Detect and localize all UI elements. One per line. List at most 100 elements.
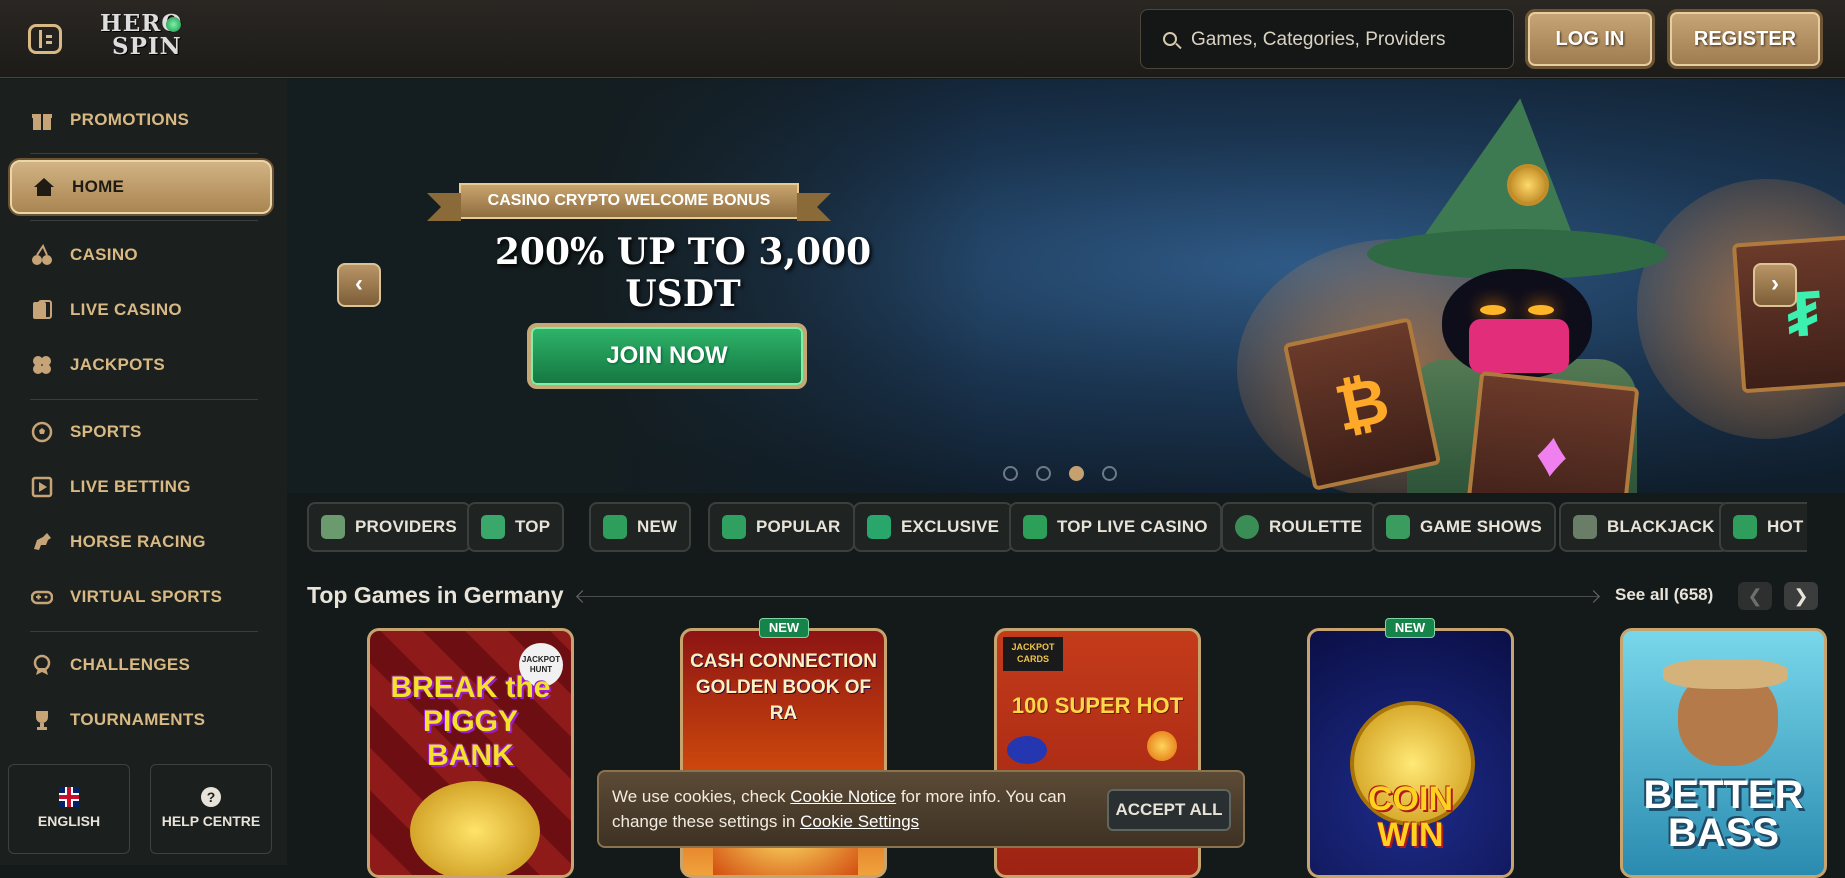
new-badge: NEW <box>1385 618 1435 638</box>
search-input[interactable] <box>1191 26 1501 54</box>
cards-icon <box>1573 515 1597 539</box>
crown-icon <box>481 515 505 539</box>
cookie-notice-link[interactable]: Cookie Notice <box>790 787 896 806</box>
hero-banner[interactable]: ₿ ♦ ₮ CASINO CRYPTO WELCOME BONUS 200% U… <box>287 79 1845 493</box>
carousel-prev-button[interactable]: ‹ <box>337 263 381 307</box>
category-label: TOP LIVE CASINO <box>1057 517 1208 536</box>
language-selector[interactable]: ENGLISH <box>8 764 130 854</box>
hero-spin-logo[interactable]: HERO SPIN <box>100 12 190 66</box>
carousel-dot[interactable] <box>1036 466 1051 481</box>
game-title: COIN WIN <box>1368 780 1453 854</box>
category-label: TOP <box>515 517 551 536</box>
category-label: NEW <box>637 517 678 536</box>
microphone-icon <box>1386 515 1410 539</box>
help-centre-button[interactable]: ? HELP CENTRE <box>150 764 272 854</box>
category-game-shows[interactable]: GAME SHOWS <box>1372 502 1556 552</box>
medal-icon <box>30 653 54 677</box>
sidebar-item-live-casino[interactable]: LIVE CASINO <box>10 283 272 337</box>
sidebar-divider <box>30 220 258 221</box>
fisherman-hat-icon <box>1663 659 1788 689</box>
gift-icon <box>30 108 54 132</box>
star-icon <box>1023 515 1047 539</box>
game-card[interactable]: BETTER BASS <box>1620 628 1827 878</box>
category-roulette[interactable]: ROULETTE <box>1221 502 1377 552</box>
plum-fruit-icon <box>1007 736 1047 764</box>
sidebar-item-label: CASINO <box>70 245 138 264</box>
sidebar-item-live-betting[interactable]: LIVE BETTING <box>10 460 272 514</box>
search-box[interactable] <box>1140 9 1514 69</box>
trophy-icon <box>30 708 54 732</box>
category-popular[interactable]: POPULAR <box>708 502 855 552</box>
cookie-settings-link[interactable]: Cookie Settings <box>800 812 919 831</box>
carousel-next-button[interactable]: › <box>1753 263 1797 307</box>
accept-all-button[interactable]: ACCEPT ALL <box>1107 789 1231 831</box>
games-next-button[interactable]: ❯ <box>1784 582 1818 610</box>
sidebar: PROMOTIONS HOME CASINO LIVE CASINO JACKP… <box>0 79 287 865</box>
bonus-ribbon: CASINO CRYPTO WELCOME BONUS <box>427 183 831 221</box>
hot-icon <box>1733 515 1757 539</box>
cookie-banner: We use cookies, check Cookie Notice for … <box>597 770 1245 848</box>
section-divider <box>578 596 1598 597</box>
login-button[interactable]: LOG IN <box>1525 9 1655 69</box>
gamepad-icon <box>30 585 54 609</box>
category-label: BLACKJACK <box>1607 517 1715 536</box>
see-all-link[interactable]: See all (658) <box>1615 585 1713 605</box>
tether-book-icon: ₮ <box>1731 234 1845 394</box>
game-card[interactable]: COIN WIN <box>1307 628 1514 878</box>
category-new[interactable]: NEW <box>589 502 692 552</box>
category-label: GAME SHOWS <box>1420 517 1542 536</box>
horse-icon <box>30 530 54 554</box>
sidebar-item-label: HOME <box>72 177 125 196</box>
register-button[interactable]: REGISTER <box>1667 9 1823 69</box>
category-hot[interactable]: HOT <box>1719 502 1807 552</box>
category-top[interactable]: TOP <box>467 502 565 552</box>
sidebar-item-label: LIVE CASINO <box>70 300 182 319</box>
sidebar-item-casino[interactable]: CASINO <box>10 228 272 282</box>
game-title: CASH CONNECTION GOLDEN BOOK OF RA <box>690 651 877 724</box>
cookie-text: We use cookies, check Cookie Notice for … <box>612 784 1082 834</box>
game-title: BETTER BASS <box>1643 773 1804 855</box>
sidebar-item-promotions[interactable]: PROMOTIONS <box>10 93 272 147</box>
game-card[interactable]: JACKPOT HUNT BREAK the PIGGY BANK <box>367 628 574 878</box>
sidebar-toggle-icon[interactable] <box>28 24 62 54</box>
carousel-dot[interactable] <box>1102 466 1117 481</box>
sidebar-item-label: SPORTS <box>70 422 142 441</box>
sidebar-item-tournaments[interactable]: TOURNAMENTS <box>10 693 272 747</box>
category-providers[interactable]: PROVIDERS <box>307 502 471 552</box>
category-label: EXCLUSIVE <box>901 517 1000 536</box>
sidebar-item-sports[interactable]: SPORTS <box>10 405 272 459</box>
hat-gem-icon <box>1507 164 1549 206</box>
wizard-eye <box>1480 305 1506 315</box>
carousel-dot-active[interactable] <box>1069 466 1084 481</box>
sidebar-divider <box>30 153 258 154</box>
games-prev-button[interactable]: ❮ <box>1738 582 1772 610</box>
section-title: Top Games in Germany <box>307 582 564 608</box>
providers-icon <box>321 515 345 539</box>
sidebar-divider <box>30 399 258 400</box>
ethereum-symbol: ♦ <box>1531 416 1573 492</box>
ethereum-book-icon: ♦ <box>1464 371 1640 493</box>
sidebar-item-jackpots[interactable]: JACKPOTS <box>10 338 272 392</box>
sidebar-item-virtual-sports[interactable]: VIRTUAL SPORTS <box>10 570 272 624</box>
category-exclusive[interactable]: EXCLUSIVE <box>853 502 1014 552</box>
category-blackjack[interactable]: BLACKJACK <box>1559 502 1729 552</box>
sidebar-item-horse-racing[interactable]: HORSE RACING <box>10 515 272 569</box>
sidebar-item-home[interactable]: HOME <box>10 160 272 214</box>
clover-icon <box>30 353 54 377</box>
carousel-dot[interactable] <box>1003 466 1018 481</box>
lightning-icon <box>603 515 627 539</box>
category-label: HOT <box>1767 517 1804 536</box>
live-play-icon <box>30 475 54 499</box>
sidebar-item-label: TOURNAMENTS <box>70 710 206 729</box>
logo-gem-icon <box>166 17 181 32</box>
category-bar: PROVIDERS TOP NEW POPULAR EXCLUSIVE TOP … <box>307 502 1807 554</box>
soccer-ball-icon <box>30 420 54 444</box>
game-title: BREAK the PIGGY BANK <box>390 671 551 772</box>
carousel-dots <box>1003 466 1117 481</box>
sidebar-item-challenges[interactable]: CHALLENGES <box>10 638 272 692</box>
sidebar-item-label: VIRTUAL SPORTS <box>70 587 223 606</box>
sidebar-item-label: CHALLENGES <box>70 655 191 674</box>
category-top-live-casino[interactable]: TOP LIVE CASINO <box>1009 502 1222 552</box>
join-now-button[interactable]: JOIN NOW <box>527 323 807 389</box>
game-title: 100 SUPER HOT <box>1011 693 1184 718</box>
